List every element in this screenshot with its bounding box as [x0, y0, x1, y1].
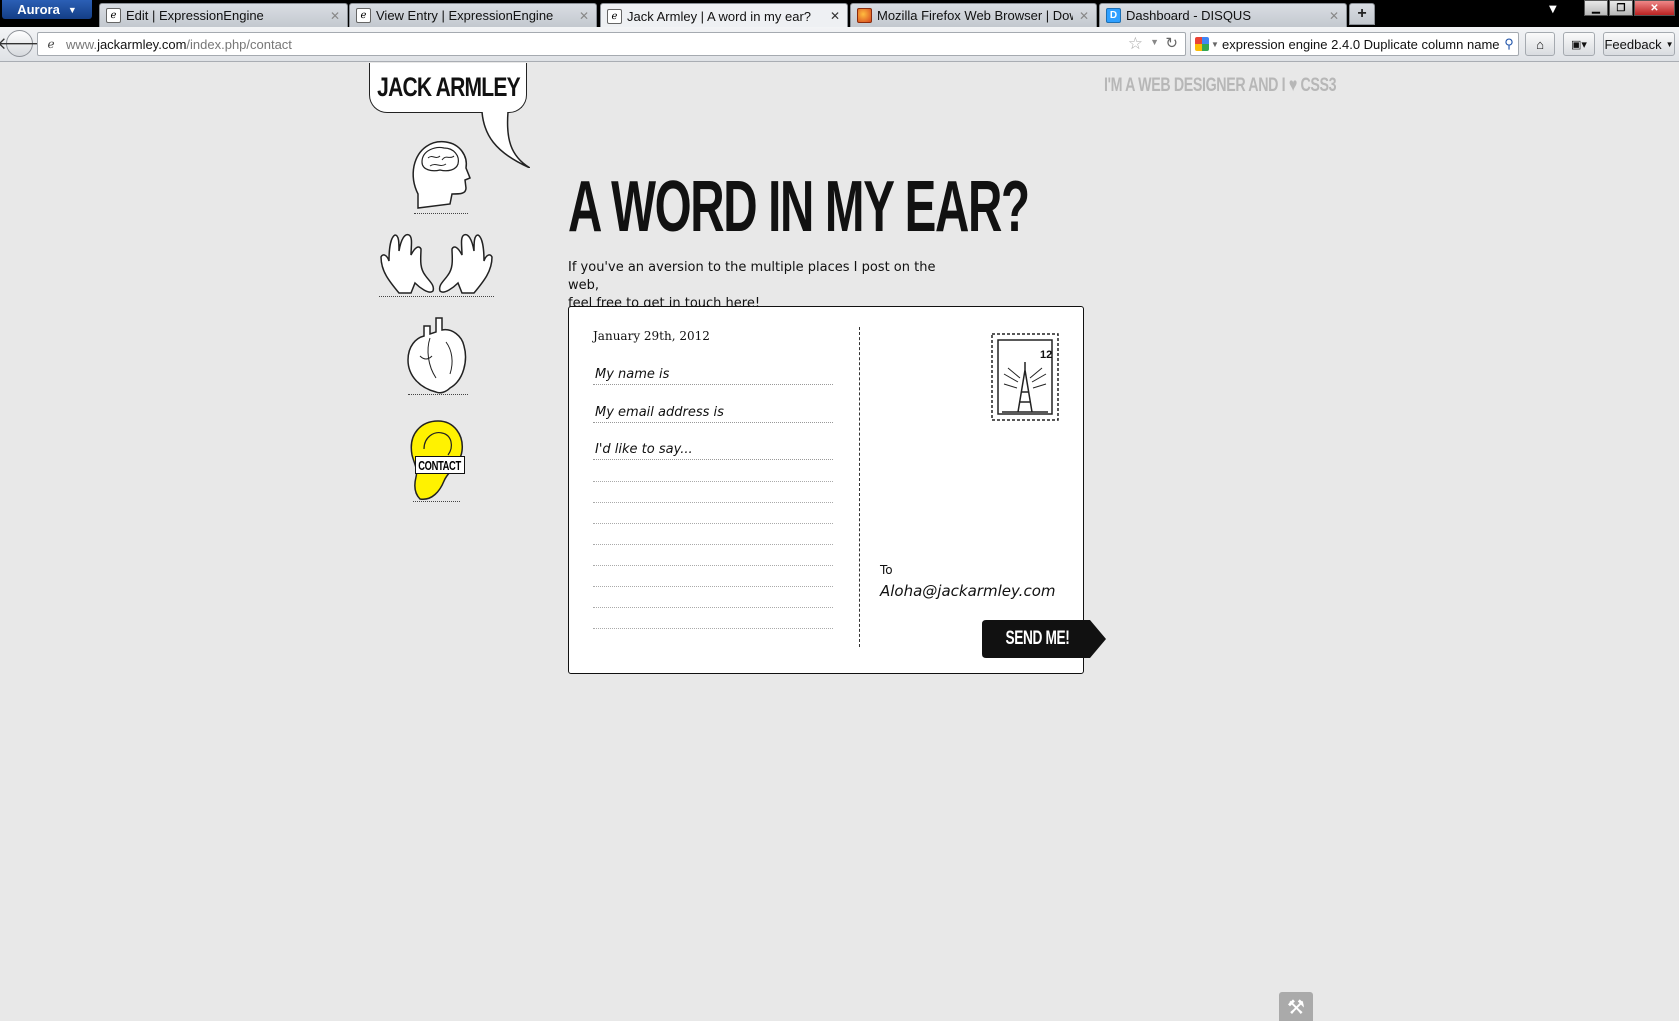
url-path: /index.php/contact	[186, 36, 292, 52]
anatomical-heart-icon	[407, 317, 467, 394]
url-prefix: www.	[66, 36, 98, 52]
bookmarks-button[interactable]: ▣▾	[1563, 32, 1595, 56]
tab-strip: Aurora ▼ ℯ Edit | ExpressionEngine ✕ ℯ V…	[0, 0, 1679, 28]
logo-bubble[interactable]: JACK ARMLEY	[369, 63, 527, 113]
disqus-favicon-icon: D	[1106, 8, 1121, 23]
chevron-down-icon: ▼	[1211, 39, 1219, 49]
close-icon[interactable]: ✕	[829, 9, 841, 23]
back-button[interactable]: 🡐	[0, 30, 42, 57]
tab-contact[interactable]: ℯ Jack Armley | A word in my ear? ✕	[600, 3, 848, 28]
message-line[interactable]	[593, 523, 833, 524]
nav-heart[interactable]	[406, 316, 470, 395]
home-icon: ⌂	[1536, 36, 1544, 52]
close-icon[interactable]: ✕	[1328, 9, 1340, 23]
contact-label: CONTACT	[418, 457, 462, 473]
search-engine-selector[interactable]: ▼	[1191, 37, 1219, 51]
hammer-icon[interactable]: ⚒	[1279, 992, 1313, 1021]
navigation-toolbar: 🡐 ℯ www.jackarmley.com/index.php/contact…	[0, 27, 1679, 62]
intro-text: If you've an aversion to the multiple pl…	[568, 259, 968, 313]
recipient-email: Aloha@jackarmley.com	[880, 582, 1056, 600]
bookmark-star-icon[interactable]: ☆	[1128, 34, 1143, 54]
tab-label: Mozilla Firefox Web Browser | Downlo...	[877, 8, 1073, 23]
tab-label: View Entry | ExpressionEngine	[376, 8, 554, 23]
nav-hands[interactable]	[379, 231, 494, 297]
expressionengine-favicon-icon: ℯ	[356, 8, 371, 23]
arrow-left-icon: 🡐	[0, 33, 43, 54]
message-field[interactable]: I'd like to say...	[593, 438, 833, 460]
close-window-icon[interactable]: ✕	[1634, 0, 1675, 16]
message-line[interactable]	[593, 607, 833, 608]
message-line[interactable]	[593, 502, 833, 503]
tab-firefox[interactable]: Mozilla Firefox Web Browser | Downlo... …	[850, 3, 1097, 27]
feedback-label: Feedback	[1604, 36, 1662, 52]
site-logo: JACK ARMLEY	[376, 72, 521, 102]
send-label: SEND ME!	[1004, 628, 1070, 649]
app-menu-label: Aurora	[17, 2, 60, 17]
message-placeholder: I'd like to say...	[595, 442, 693, 457]
message-line[interactable]	[593, 565, 833, 566]
message-line[interactable]	[593, 586, 833, 587]
close-icon[interactable]: ✕	[578, 9, 590, 23]
name-field[interactable]: My name is	[593, 363, 833, 385]
feedback-button[interactable]: Feedback ▼	[1603, 32, 1675, 56]
email-field[interactable]: My email address is	[593, 401, 833, 423]
bookmarks-icon: ▣▾	[1571, 38, 1587, 51]
close-icon[interactable]: ✕	[329, 9, 341, 23]
nav-brain[interactable]	[410, 138, 472, 214]
postcard-contact-form: January 29th, 2012 My name is My email a…	[568, 306, 1106, 674]
tab-view-entry[interactable]: ℯ View Entry | ExpressionEngine ✕	[349, 3, 597, 27]
site-tagline: I'M A WEB DESIGNER AND I ♥ CSS3	[1104, 75, 1337, 97]
postage-stamp-icon: 12	[990, 332, 1060, 422]
send-button[interactable]: SEND ME!	[982, 620, 1106, 658]
firefox-favicon-icon	[857, 8, 872, 23]
new-tab-button[interactable]: +	[1349, 3, 1375, 25]
email-placeholder: My email address is	[595, 405, 724, 420]
history-dropdown-icon[interactable]: ▼	[1150, 37, 1159, 47]
message-line[interactable]	[593, 544, 833, 545]
google-icon	[1195, 37, 1209, 51]
search-bar[interactable]: ▼ expression engine 2.4.0 Duplicate colu…	[1190, 32, 1519, 56]
name-placeholder: My name is	[595, 367, 670, 382]
url-text: www.jackarmley.com/index.php/contact	[66, 37, 292, 52]
close-icon[interactable]: ✕	[1078, 9, 1090, 23]
to-label: To	[880, 563, 893, 577]
expressionengine-favicon-icon: ℯ	[607, 8, 622, 24]
tab-list-icon[interactable]: ▼	[1549, 4, 1557, 15]
web-page: JACK ARMLEY I'M A WEB DESIGNER AND I ♥ C…	[0, 63, 1679, 1021]
page-title: A WORD IN MY EAR?	[568, 167, 1030, 247]
home-button[interactable]: ⌂	[1525, 32, 1555, 56]
postcard-date: January 29th, 2012	[593, 329, 710, 343]
reload-icon[interactable]: ↻	[1165, 34, 1178, 52]
tab-label: Edit | ExpressionEngine	[126, 8, 264, 23]
chevron-down-icon: ▼	[67, 4, 77, 15]
site-identity-icon[interactable]: ℯ	[40, 33, 62, 55]
tab-label: Jack Armley | A word in my ear?	[627, 8, 811, 24]
postcard-divider	[859, 327, 860, 647]
chevron-down-icon: ▼	[1665, 39, 1674, 49]
stamp-number: 12	[1040, 349, 1052, 361]
tagline-after: CSS3	[1300, 75, 1337, 96]
search-icon[interactable]: ⚲	[1500, 36, 1518, 52]
message-line[interactable]	[593, 481, 833, 482]
tab-edit[interactable]: ℯ Edit | ExpressionEngine ✕	[99, 3, 348, 27]
intro-line-1: If you've an aversion to the multiple pl…	[568, 260, 936, 293]
url-domain: jackarmley.com	[97, 36, 187, 52]
tagline-before: I'M A WEB DESIGNER AND I	[1104, 75, 1286, 96]
contact-nav-label[interactable]: CONTACT	[415, 456, 465, 474]
speech-bubble-tail-icon	[481, 112, 530, 168]
brain-head-icon	[412, 140, 471, 209]
url-bar[interactable]: ℯ www.jackarmley.com/index.php/contact ☆…	[37, 32, 1186, 56]
heart-icon: ♥	[1288, 75, 1297, 96]
send-label-wrap: SEND ME!	[982, 620, 1092, 658]
message-line[interactable]	[593, 628, 833, 629]
open-hands-icon	[380, 233, 493, 294]
minimize-icon[interactable]: ▁	[1584, 0, 1608, 16]
tab-disqus[interactable]: D Dashboard - DISQUS ✕	[1099, 3, 1347, 27]
restore-icon[interactable]: ❐	[1609, 0, 1633, 16]
app-menu-button[interactable]: Aurora ▼	[2, 0, 92, 19]
expressionengine-favicon-icon: ℯ	[106, 8, 121, 23]
tab-label: Dashboard - DISQUS	[1126, 8, 1251, 23]
search-input[interactable]: expression engine 2.4.0 Duplicate column…	[1219, 37, 1500, 52]
